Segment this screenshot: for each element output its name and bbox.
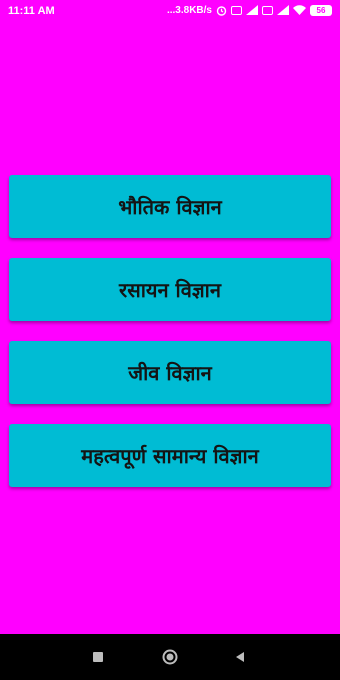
triangle-icon bbox=[236, 652, 244, 662]
network-speed: ...3.8KB/s bbox=[166, 4, 212, 16]
signal-icon bbox=[246, 4, 258, 16]
battery-icon: 56 bbox=[310, 4, 332, 16]
status-bar: 11:11 AM ...3.8KB/s 56 bbox=[0, 0, 340, 24]
sim-icon bbox=[231, 4, 242, 16]
circle-icon bbox=[162, 649, 178, 665]
biology-label: जीव विज्ञान bbox=[128, 361, 212, 385]
chemistry-label: रसायन विज्ञान bbox=[119, 278, 221, 302]
status-time: 11:11 AM bbox=[8, 5, 55, 17]
square-icon bbox=[93, 652, 103, 662]
navigation-bar bbox=[0, 634, 340, 680]
signal-icon-2 bbox=[277, 4, 289, 16]
recents-button[interactable] bbox=[90, 649, 106, 665]
physics-button[interactable]: भौतिक विज्ञान bbox=[9, 175, 331, 238]
back-button[interactable] bbox=[232, 649, 248, 665]
status-icons: ...3.8KB/s 56 bbox=[167, 4, 332, 16]
category-menu: भौतिक विज्ञान रसायन विज्ञान जीव विज्ञान … bbox=[9, 175, 331, 487]
general-science-button[interactable]: महत्वपूर्ण सामान्य विज्ञान bbox=[9, 424, 331, 487]
alarm-icon bbox=[216, 4, 227, 16]
physics-label: भौतिक विज्ञान bbox=[118, 195, 222, 219]
general-science-label: महत्वपूर्ण सामान्य विज्ञान bbox=[81, 444, 259, 468]
home-button[interactable] bbox=[162, 649, 178, 665]
biology-button[interactable]: जीव विज्ञान bbox=[9, 341, 331, 404]
sim-icon-2 bbox=[262, 4, 273, 16]
chemistry-button[interactable]: रसायन विज्ञान bbox=[9, 258, 331, 321]
wifi-icon bbox=[293, 4, 306, 16]
